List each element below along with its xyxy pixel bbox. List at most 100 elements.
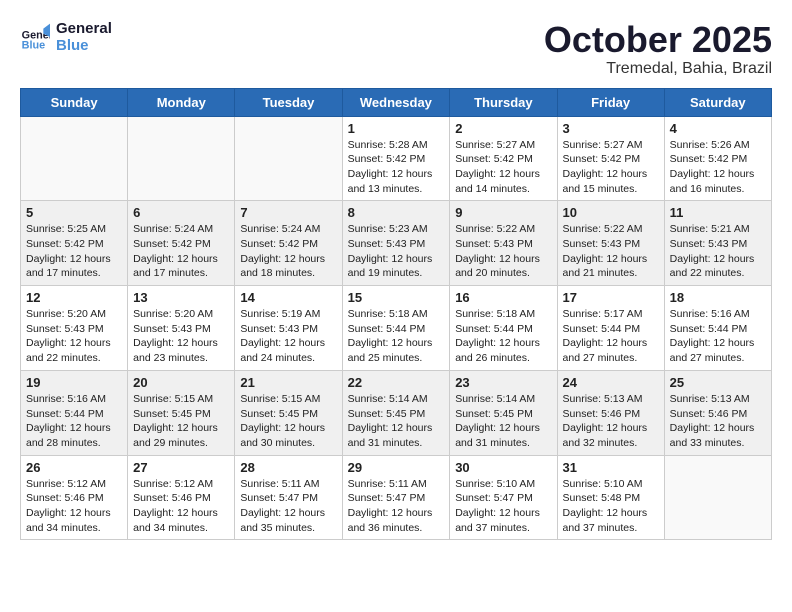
calendar-day-cell: 9 Sunrise: 5:22 AM Sunset: 5:43 PM Daylig… [450, 201, 557, 286]
day-info: Sunrise: 5:16 AM Sunset: 5:44 PM Dayligh… [26, 392, 122, 451]
day-info: Sunrise: 5:22 AM Sunset: 5:43 PM Dayligh… [455, 222, 551, 281]
day-number: 19 [26, 375, 122, 390]
day-number: 29 [348, 460, 445, 475]
day-info: Sunrise: 5:15 AM Sunset: 5:45 PM Dayligh… [133, 392, 229, 451]
calendar-week-row: 1Sunrise: 5:28 AM Sunset: 5:42 PM Daylig… [21, 116, 772, 201]
day-number: 13 [133, 290, 229, 305]
day-number: 30 [455, 460, 551, 475]
day-info: Sunrise: 5:24 AM Sunset: 5:42 PM Dayligh… [133, 222, 229, 281]
calendar-day-cell: 3 Sunrise: 5:27 AM Sunset: 5:42 PM Daylig… [557, 116, 664, 201]
day-number: 27 [133, 460, 229, 475]
day-info: Sunrise: 5:18 AM Sunset: 5:44 PM Dayligh… [348, 307, 445, 366]
calendar-day-cell: 28Sunrise: 5:11 AM Sunset: 5:47 PM Dayli… [235, 455, 342, 540]
day-number: 4 [670, 121, 766, 136]
calendar-day-cell: 20Sunrise: 5:15 AM Sunset: 5:45 PM Dayli… [128, 370, 235, 455]
calendar-day-cell: 16Sunrise: 5:18 AM Sunset: 5:44 PM Dayli… [450, 286, 557, 371]
calendar-day-cell: 17 Sunrise: 5:17 AM Sunset: 5:44 PM Dayli… [557, 286, 664, 371]
day-info: Sunrise: 5:12 AM Sunset: 5:46 PM Dayligh… [26, 477, 122, 536]
day-info: Sunrise: 5:23 AM Sunset: 5:43 PM Dayligh… [348, 222, 445, 281]
logo-text-blue: Blue [56, 37, 112, 54]
calendar-day-cell: 8 Sunrise: 5:23 AM Sunset: 5:43 PM Daylig… [342, 201, 450, 286]
day-number: 17 [563, 290, 659, 305]
day-number: 6 [133, 205, 229, 220]
calendar-week-row: 19 Sunrise: 5:16 AM Sunset: 5:44 PM Dayli… [21, 370, 772, 455]
day-info: Sunrise: 5:13 AM Sunset: 5:46 PM Dayligh… [670, 392, 766, 451]
day-number: 31 [563, 460, 659, 475]
calendar-day-cell: 23 Sunrise: 5:14 AM Sunset: 5:45 PM Dayli… [450, 370, 557, 455]
calendar-day-cell: 10Sunrise: 5:22 AM Sunset: 5:43 PM Dayli… [557, 201, 664, 286]
page-header: General Blue General Blue October 2025 T… [20, 20, 772, 78]
calendar-day-cell: 24Sunrise: 5:13 AM Sunset: 5:46 PM Dayli… [557, 370, 664, 455]
day-info: Sunrise: 5:17 AM Sunset: 5:44 PM Dayligh… [563, 307, 659, 366]
weekday-header-friday: Friday [557, 88, 664, 116]
day-info: Sunrise: 5:15 AM Sunset: 5:45 PM Dayligh… [240, 392, 336, 451]
calendar-week-row: 12 Sunrise: 5:20 AM Sunset: 5:43 PM Dayli… [21, 286, 772, 371]
calendar-day-cell: 13 Sunrise: 5:20 AM Sunset: 5:43 PM Dayli… [128, 286, 235, 371]
day-info: Sunrise: 5:20 AM Sunset: 5:43 PM Dayligh… [133, 307, 229, 366]
day-info: Sunrise: 5:11 AM Sunset: 5:47 PM Dayligh… [348, 477, 445, 536]
calendar-week-row: 26 Sunrise: 5:12 AM Sunset: 5:46 PM Dayli… [21, 455, 772, 540]
day-info: Sunrise: 5:12 AM Sunset: 5:46 PM Dayligh… [133, 477, 229, 536]
weekday-header-saturday: Saturday [664, 88, 771, 116]
day-info: Sunrise: 5:27 AM Sunset: 5:42 PM Dayligh… [455, 138, 551, 197]
day-number: 18 [670, 290, 766, 305]
weekday-header-sunday: Sunday [21, 88, 128, 116]
day-info: Sunrise: 5:20 AM Sunset: 5:43 PM Dayligh… [26, 307, 122, 366]
month-title: October 2025 [544, 20, 772, 60]
day-number: 7 [240, 205, 336, 220]
day-number: 23 [455, 375, 551, 390]
weekday-header-thursday: Thursday [450, 88, 557, 116]
day-number: 12 [26, 290, 122, 305]
day-info: Sunrise: 5:10 AM Sunset: 5:47 PM Dayligh… [455, 477, 551, 536]
day-number: 3 [563, 121, 659, 136]
day-number: 9 [455, 205, 551, 220]
calendar-day-cell [235, 116, 342, 201]
day-info: Sunrise: 5:14 AM Sunset: 5:45 PM Dayligh… [455, 392, 551, 451]
weekday-header-wednesday: Wednesday [342, 88, 450, 116]
calendar-day-cell: 1Sunrise: 5:28 AM Sunset: 5:42 PM Daylig… [342, 116, 450, 201]
calendar-day-cell: 15Sunrise: 5:18 AM Sunset: 5:44 PM Dayli… [342, 286, 450, 371]
day-info: Sunrise: 5:21 AM Sunset: 5:43 PM Dayligh… [670, 222, 766, 281]
weekday-header-tuesday: Tuesday [235, 88, 342, 116]
calendar-table: SundayMondayTuesdayWednesdayThursdayFrid… [20, 88, 772, 541]
calendar-day-cell: 7 Sunrise: 5:24 AM Sunset: 5:42 PM Daylig… [235, 201, 342, 286]
calendar-day-cell: 21 Sunrise: 5:15 AM Sunset: 5:45 PM Dayli… [235, 370, 342, 455]
calendar-day-cell: 18 Sunrise: 5:16 AM Sunset: 5:44 PM Dayli… [664, 286, 771, 371]
day-number: 21 [240, 375, 336, 390]
day-info: Sunrise: 5:26 AM Sunset: 5:42 PM Dayligh… [670, 138, 766, 197]
day-number: 26 [26, 460, 122, 475]
calendar-week-row: 5Sunrise: 5:25 AM Sunset: 5:42 PM Daylig… [21, 201, 772, 286]
day-number: 25 [670, 375, 766, 390]
day-info: Sunrise: 5:14 AM Sunset: 5:45 PM Dayligh… [348, 392, 445, 451]
weekday-header-row: SundayMondayTuesdayWednesdayThursdayFrid… [21, 88, 772, 116]
day-number: 2 [455, 121, 551, 136]
logo: General Blue General Blue [20, 20, 112, 54]
calendar-day-cell: 25 Sunrise: 5:13 AM Sunset: 5:46 PM Dayli… [664, 370, 771, 455]
day-number: 24 [563, 375, 659, 390]
day-info: Sunrise: 5:27 AM Sunset: 5:42 PM Dayligh… [563, 138, 659, 197]
day-number: 1 [348, 121, 445, 136]
calendar-day-cell: 26 Sunrise: 5:12 AM Sunset: 5:46 PM Dayli… [21, 455, 128, 540]
day-number: 5 [26, 205, 122, 220]
day-info: Sunrise: 5:19 AM Sunset: 5:43 PM Dayligh… [240, 307, 336, 366]
calendar-day-cell: 5Sunrise: 5:25 AM Sunset: 5:42 PM Daylig… [21, 201, 128, 286]
calendar-day-cell: 6 Sunrise: 5:24 AM Sunset: 5:42 PM Daylig… [128, 201, 235, 286]
day-info: Sunrise: 5:18 AM Sunset: 5:44 PM Dayligh… [455, 307, 551, 366]
calendar-day-cell: 14 Sunrise: 5:19 AM Sunset: 5:43 PM Dayli… [235, 286, 342, 371]
calendar-day-cell: 12 Sunrise: 5:20 AM Sunset: 5:43 PM Dayli… [21, 286, 128, 371]
day-number: 14 [240, 290, 336, 305]
calendar-day-cell: 31Sunrise: 5:10 AM Sunset: 5:48 PM Dayli… [557, 455, 664, 540]
logo-icon: General Blue [20, 22, 50, 52]
calendar-day-cell: 19 Sunrise: 5:16 AM Sunset: 5:44 PM Dayli… [21, 370, 128, 455]
weekday-header-monday: Monday [128, 88, 235, 116]
day-number: 8 [348, 205, 445, 220]
day-info: Sunrise: 5:16 AM Sunset: 5:44 PM Dayligh… [670, 307, 766, 366]
logo-text-general: General [56, 20, 112, 37]
svg-text:Blue: Blue [22, 40, 45, 52]
title-block: October 2025 Tremedal, Bahia, Brazil [544, 20, 772, 78]
day-info: Sunrise: 5:22 AM Sunset: 5:43 PM Dayligh… [563, 222, 659, 281]
day-info: Sunrise: 5:24 AM Sunset: 5:42 PM Dayligh… [240, 222, 336, 281]
day-info: Sunrise: 5:11 AM Sunset: 5:47 PM Dayligh… [240, 477, 336, 536]
day-number: 22 [348, 375, 445, 390]
calendar-day-cell [128, 116, 235, 201]
